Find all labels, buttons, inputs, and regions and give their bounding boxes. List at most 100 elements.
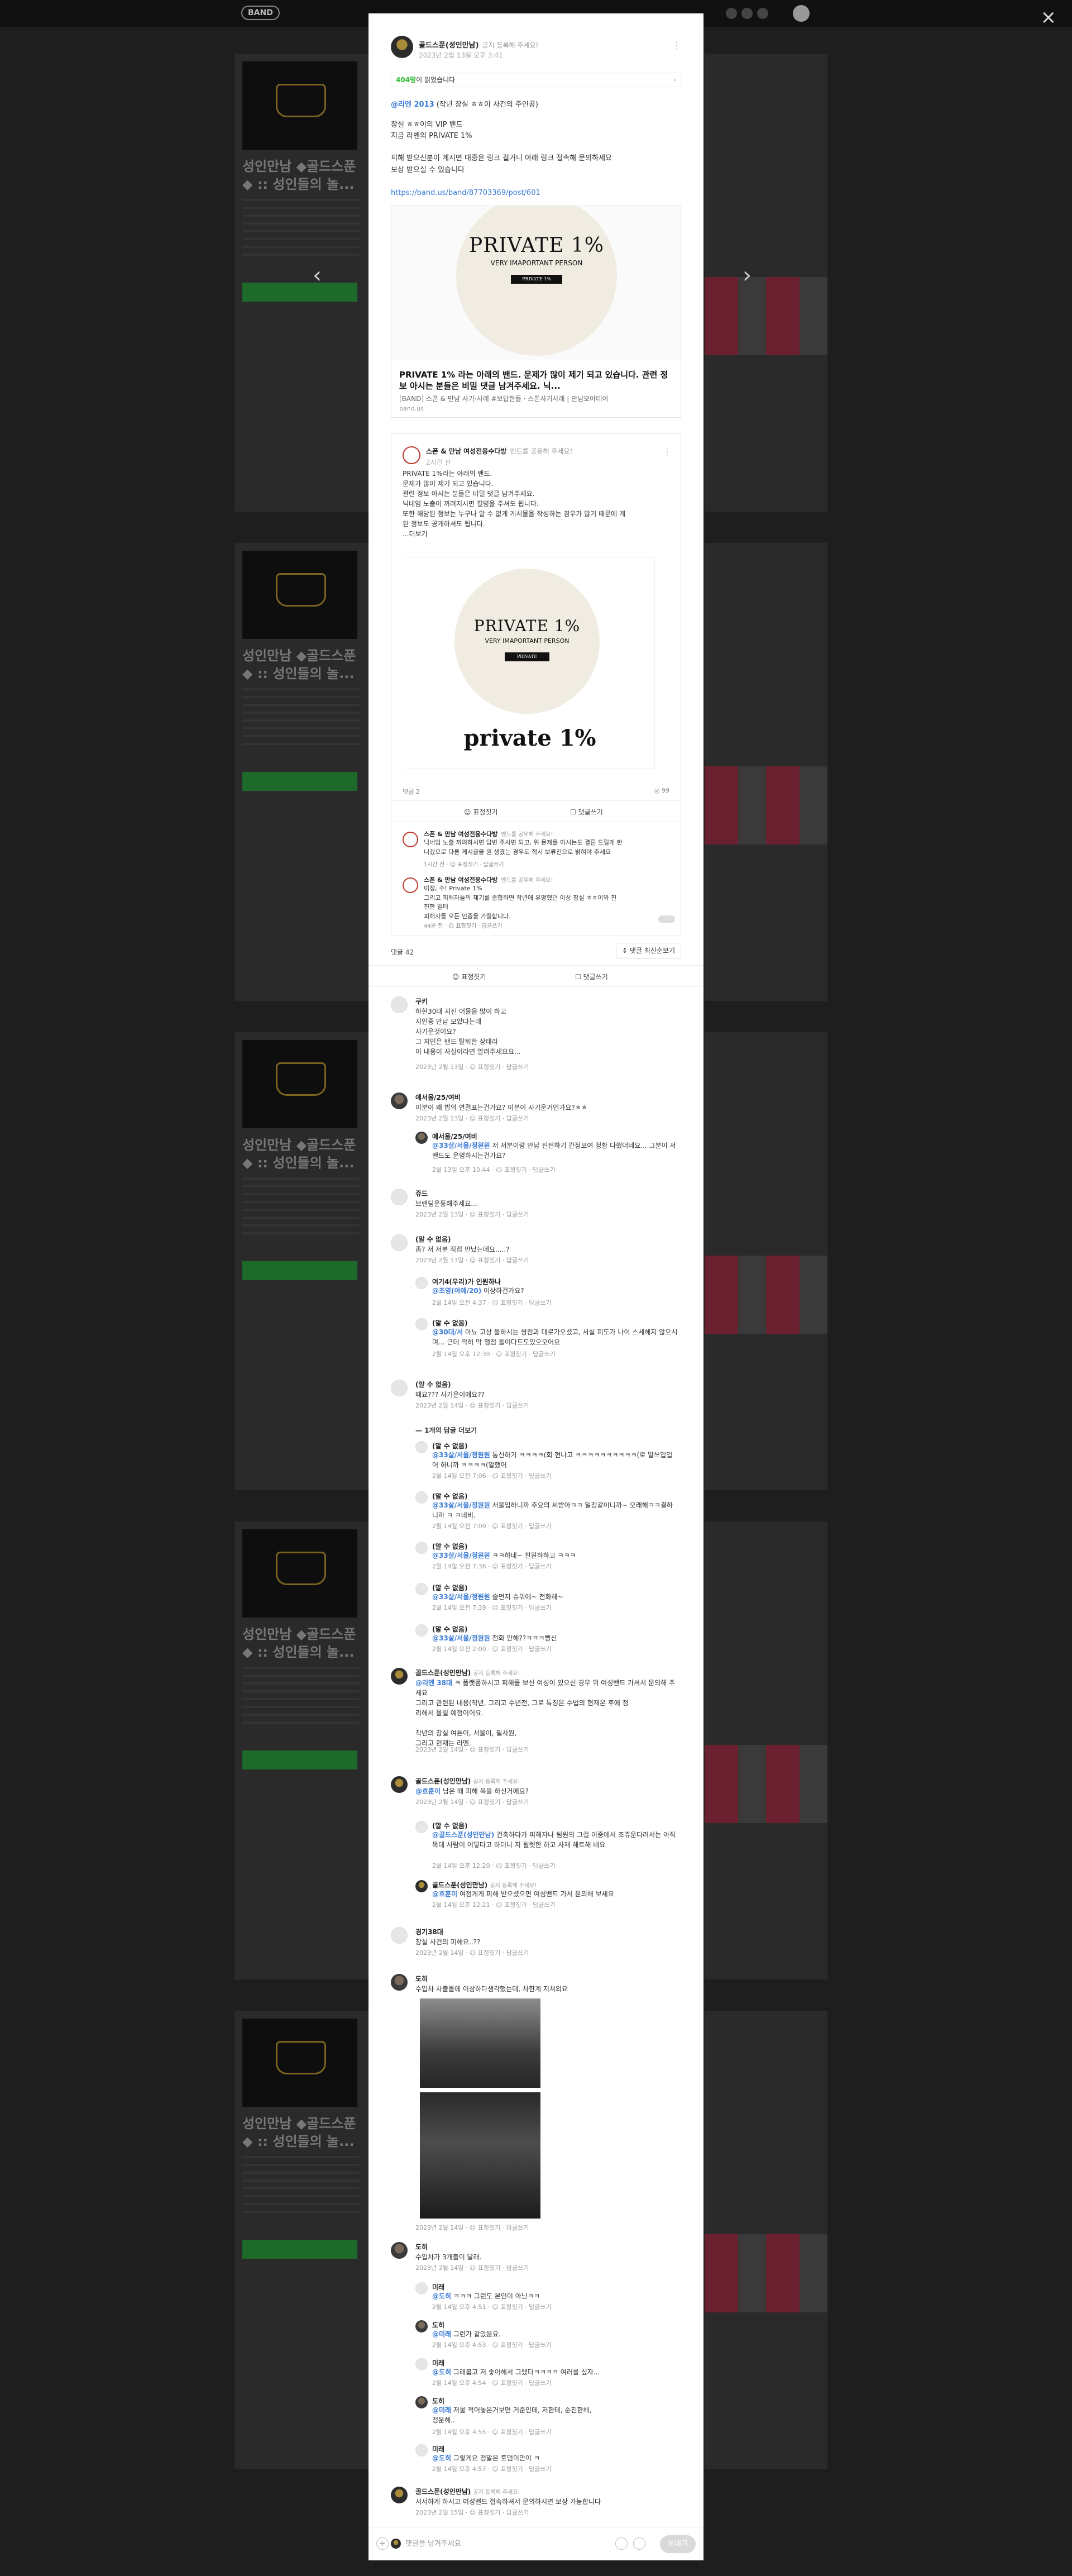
commenter-avatar[interactable]: [415, 1132, 428, 1144]
comment-author[interactable]: 예서울/25/여비: [415, 1093, 461, 1102]
comment-author[interactable]: 도히: [432, 2320, 444, 2330]
comment-author[interactable]: 도히: [432, 2396, 444, 2406]
comment-text: @리엔 38대 ㅋ 플랫폼하시고 피해를 보신 여성이 있으신 경우 위 여성밴…: [415, 1679, 676, 1747]
comment-author[interactable]: 여기4(우리)가 인원하나: [432, 1277, 501, 1286]
commenter-avatar[interactable]: [391, 2487, 408, 2503]
sticker-icon[interactable]: [615, 2537, 628, 2550]
commenter-avatar[interactable]: [415, 1583, 428, 1595]
post-link[interactable]: https://band.us/band/87703369/post/601: [391, 189, 540, 197]
comment-text: @흐훈이 여정게게 피해 받으셨으면 여성밴드 가서 문의해 보세요: [432, 1890, 614, 1898]
commenter-avatar[interactable]: [415, 2320, 428, 2332]
notification-icon[interactable]: [757, 8, 768, 19]
shared-like-button[interactable]: ☺ 표정짓기: [464, 807, 498, 817]
comment-meta: 2023년 2월 13일 · ☺ 표정짓기 · 답글쓰기: [415, 1115, 529, 1122]
comment-text: 때요??? 사기운이에요??: [415, 1391, 485, 1399]
chat-icon[interactable]: [741, 8, 753, 19]
comment-author[interactable]: 골드스푼(성인만남) 공지 등록해 주세요!: [415, 2487, 520, 2496]
comment-author[interactable]: (알 수 없음): [432, 1542, 468, 1551]
commenter-avatar[interactable]: [391, 1234, 408, 1251]
comment-author[interactable]: 골드스푼(성인만남) 공지 등록해 주세요!: [432, 1880, 537, 1890]
commenter-avatar[interactable]: [415, 1542, 428, 1554]
commenter-avatar[interactable]: [415, 2282, 428, 2294]
comment-author[interactable]: 예서울/25/여비: [432, 1132, 477, 1141]
comment-author[interactable]: 쥬드: [415, 1189, 428, 1198]
shared-comment-avatar[interactable]: [403, 877, 418, 893]
comment-meta: 2월 14일 오전 2:00 · ☺ 표정짓기 · 답글쓰기: [432, 1645, 552, 1653]
comment-author[interactable]: (알 수 없음): [432, 1318, 468, 1328]
comment-meta: 2023년 2월 14일 · ☺ 표정짓기 · 답글쓰기: [415, 1949, 529, 1957]
comment-author[interactable]: (알 수 없음): [415, 1380, 451, 1389]
avatar[interactable]: [793, 5, 810, 22]
emoji-icon[interactable]: [633, 2537, 645, 2550]
shared-post-card[interactable]: 스폰 & 만남 여성전용수다방 밴드를 공유해 주세요! 2시간 전 ⋮ PRIV…: [391, 433, 681, 936]
post-author[interactable]: 골드스푼(성인만남) 공지 등록해 주세요!: [419, 39, 538, 50]
write-comment-button[interactable]: ☐ 댓글쓰기: [575, 972, 608, 981]
commenter-avatar[interactable]: [415, 1277, 428, 1289]
link-preview-card[interactable]: PRIVATE 1% VERY IMAPORTANT PERSON PRIVAT…: [391, 206, 681, 418]
close-modal-button[interactable]: ×: [1041, 8, 1057, 27]
commenter-avatar[interactable]: [415, 2444, 428, 2456]
comment-author[interactable]: 쿠키: [415, 996, 428, 1006]
commenter-avatar[interactable]: [415, 1441, 428, 1453]
commenter-avatar[interactable]: [391, 996, 408, 1013]
author-avatar[interactable]: [391, 36, 413, 58]
search-icon[interactable]: [726, 8, 737, 19]
commenter-avatar[interactable]: [391, 1380, 408, 1396]
shared-comment-count[interactable]: 댓글 2: [403, 787, 420, 796]
send-button[interactable]: 보내기: [660, 2535, 696, 2553]
read-count-bar[interactable]: 404명이 읽었습니다 ›: [391, 73, 681, 87]
comment-author[interactable]: 골드스푼(성인만남) 공지 등록해 주세요!: [415, 1776, 520, 1786]
commenter-avatar[interactable]: [391, 1776, 408, 1793]
comment-author[interactable]: (알 수 없음): [432, 1821, 468, 1830]
commenter-avatar[interactable]: [391, 1189, 408, 1205]
commenter-avatar[interactable]: [391, 1093, 408, 1109]
comment-text: 하현30대 지신 어울을 많이 하고 지인중 만남 모았다는데 사기운것이요? …: [415, 1008, 521, 1056]
comment-input[interactable]: 댓글을 남겨주세요: [405, 2537, 461, 2548]
shared-comment-author[interactable]: 스폰 & 만남 여성전용수다방 밴드를 공유해 주세요!: [424, 875, 553, 884]
comment-author[interactable]: (알 수 없음): [432, 1583, 468, 1592]
commenter-avatar[interactable]: [391, 1974, 408, 1991]
comment-author[interactable]: 경기38대: [415, 1927, 443, 1936]
commenter-avatar[interactable]: [415, 1491, 428, 1504]
comment-author[interactable]: 미래: [432, 2444, 444, 2454]
shared-more-button[interactable]: ···: [658, 915, 675, 923]
commenter-avatar[interactable]: [415, 1880, 428, 1892]
comment-author[interactable]: 골드스푼(성인만남) 공지 등록해 주세요!: [415, 1668, 520, 1677]
attach-button[interactable]: +: [376, 2537, 389, 2550]
comment-author[interactable]: (알 수 없음): [432, 1491, 468, 1501]
comment-author[interactable]: 미래: [432, 2358, 444, 2368]
more-options-icon[interactable]: ⋮: [672, 40, 681, 51]
shared-author[interactable]: 스폰 & 만남 여성전용수다방 밴드를 공유해 주세요!: [426, 446, 572, 456]
more-options-icon[interactable]: ⋮: [663, 446, 672, 457]
shared-date: 2시간 전: [426, 459, 451, 466]
comment-author[interactable]: 미래: [432, 2282, 444, 2292]
comment-author[interactable]: (알 수 없음): [432, 1441, 468, 1451]
commenter-avatar[interactable]: [415, 2396, 428, 2408]
shared-comment-button[interactable]: ☐ 댓글쓰기: [570, 807, 603, 817]
comment-text: @33살/서울/정원원 저 저분이랑 만남 진전하기 간정보여 정황 다했더네요…: [432, 1142, 676, 1160]
comment-reply: 도히 @미래 그런가 같았음요. 2월 14일 오후 4:53 · ☺ 표정짓기…: [415, 2320, 678, 2354]
comment-author[interactable]: (알 수 없음): [432, 1624, 468, 1634]
comment-photo[interactable]: [420, 1998, 540, 2088]
sort-comments-button[interactable]: ↕ 댓글 최신순보기: [616, 943, 681, 958]
commenter-avatar[interactable]: [391, 1927, 408, 1944]
shared-comment-avatar[interactable]: [403, 832, 418, 847]
next-post-button[interactable]: ›: [743, 263, 752, 288]
commenter-avatar[interactable]: [391, 1668, 408, 1685]
shared-author-avatar[interactable]: [403, 446, 420, 464]
comment-author[interactable]: 도히: [415, 2242, 428, 2251]
shared-comment-author[interactable]: 스폰 & 만남 여성전용수다방 밴드를 공유해 주세요!: [424, 829, 553, 838]
comment-photo[interactable]: [420, 2092, 540, 2219]
prev-post-button[interactable]: ‹: [313, 263, 322, 288]
commenter-avatar[interactable]: [391, 2242, 408, 2259]
commenter-avatar[interactable]: [415, 1318, 428, 1330]
mention-tag[interactable]: @리엔 2013: [391, 101, 434, 109]
commenter-avatar[interactable]: [415, 1821, 428, 1833]
more-replies-toggle[interactable]: — 1개의 답글 더보기: [415, 1425, 477, 1435]
band-logo[interactable]: BAND: [241, 6, 280, 20]
like-button[interactable]: ☺ 표정짓기: [452, 972, 486, 981]
comment-author[interactable]: (알 수 없음): [415, 1234, 451, 1244]
comment-author[interactable]: 도히: [415, 1974, 428, 1983]
commenter-avatar[interactable]: [415, 1624, 428, 1637]
commenter-avatar[interactable]: [415, 2358, 428, 2370]
